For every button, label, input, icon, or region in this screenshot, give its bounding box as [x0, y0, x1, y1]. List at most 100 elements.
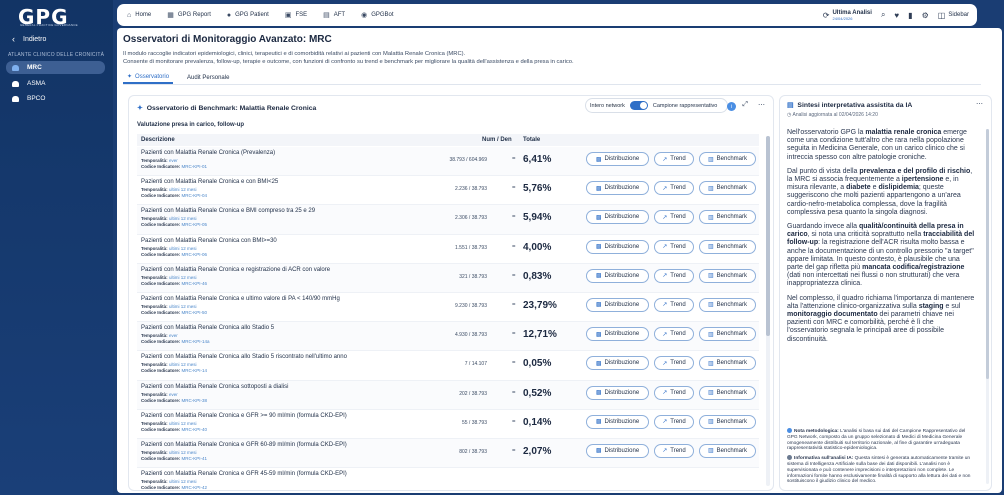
kidney-icon: [12, 64, 19, 71]
distribution-button[interactable]: ▩ Distribuzione: [586, 268, 649, 283]
scrollbar-thumb[interactable]: [766, 136, 770, 336]
benchmark-button[interactable]: ▥ Benchmark: [699, 443, 756, 458]
equals-sign: =: [512, 447, 516, 454]
distribution-button[interactable]: ▩ Distribuzione: [586, 356, 649, 371]
gear-icon[interactable]: ⚙: [922, 11, 929, 20]
trend-button[interactable]: ↗ Trend: [654, 152, 694, 166]
heart-icon[interactable]: ♥: [894, 11, 899, 20]
book-icon[interactable]: ▮: [908, 11, 912, 20]
note-label: Nota metodologica:: [794, 429, 839, 434]
sidebar-section-title: ATLANTE CLINICO DELLE CRONICITÀ: [8, 52, 105, 58]
total-value: 2,07%: [523, 445, 552, 457]
distribution-icon: ▩: [595, 419, 602, 426]
info-icon[interactable]: i: [727, 102, 736, 111]
sample-toggle[interactable]: Intero network Campione rappresentativo: [585, 98, 728, 113]
distribution-button[interactable]: ▩ Distribuzione: [586, 239, 649, 254]
benchmark-button[interactable]: ▥ Benchmark: [699, 356, 756, 371]
meta-label: Temporalità:: [141, 158, 168, 163]
trend-button[interactable]: ↗ Trend: [654, 327, 694, 342]
benchmark-actions: ⤢ ⋯: [742, 101, 765, 109]
nav-gpgbot[interactable]: ◉ GPGBot: [361, 11, 393, 19]
bot-icon: ◉: [361, 12, 368, 19]
benchmark-button[interactable]: ▥ Benchmark: [699, 385, 756, 400]
more-icon[interactable]: ⋯: [976, 100, 983, 108]
distribution-button[interactable]: ▩ Distribuzione: [586, 181, 649, 196]
indicator-name: Pazienti con Malattia Renale Cronica e G…: [141, 412, 347, 419]
benchmark-button[interactable]: ▥ Benchmark: [699, 327, 756, 342]
nav-gpg-report[interactable]: ▦ GPG Report: [167, 11, 211, 19]
sidebar-item-asma[interactable]: ASMA: [6, 77, 105, 90]
benchmark-button[interactable]: ▥ Benchmark: [699, 210, 756, 225]
tab-osservatorio[interactable]: ✦ Osservatorio: [123, 72, 174, 84]
back-button[interactable]: ‹ Indietro: [12, 34, 46, 44]
table-header: Descrizione Num / Den Totale: [137, 134, 759, 146]
trend-button[interactable]: ↗ Trend: [654, 297, 694, 312]
distribution-button[interactable]: ▩ Distribuzione: [586, 210, 649, 225]
sidebar-item-mrc[interactable]: MRC: [6, 61, 105, 74]
last-analysis[interactable]: ⟳ Ultima Analisi 24/04/2026: [823, 10, 872, 21]
benchmark-button[interactable]: ▥ Benchmark: [699, 152, 756, 166]
trend-button[interactable]: ↗ Trend: [654, 356, 694, 371]
ai-summary-body: Nell'osservatorio GPG la malattia renale…: [787, 129, 975, 350]
trend-button[interactable]: ↗ Trend: [654, 268, 694, 283]
ai-summary-title: ▤ Sintesi interpretativa assistita da IA: [787, 101, 912, 110]
benchmark-button[interactable]: ▥ Benchmark: [699, 181, 756, 196]
trend-icon: ↗: [662, 448, 668, 455]
button-label: Trend: [670, 272, 686, 279]
num-den-value: 202 / 38.793: [459, 390, 487, 397]
trend-button[interactable]: ↗ Trend: [654, 239, 694, 254]
scrollbar[interactable]: [766, 136, 770, 486]
lungs-icon: [12, 95, 19, 102]
gpg-logo[interactable]: GPG GENERAL PRACTICE GOVERNANCE: [18, 5, 98, 29]
nav-aft[interactable]: ▤ AFT: [323, 11, 345, 19]
benchmark-button[interactable]: ▥ Benchmark: [699, 414, 756, 429]
benchmark-button[interactable]: ▥ Benchmark: [699, 239, 756, 254]
meta-value: MRC-KPI-41: [181, 455, 208, 461]
button-label: Benchmark: [716, 447, 748, 454]
nav-label: GPGBot: [371, 12, 394, 18]
ai-updated: ◷ Analisi aggiornata al 02/04/2026 14:20: [787, 112, 878, 118]
trend-button[interactable]: ↗ Trend: [654, 414, 694, 429]
distribution-icon: ▩: [595, 360, 602, 367]
meta-value: ultimi 12 mesi: [168, 420, 197, 426]
toggle-switch[interactable]: [629, 101, 648, 110]
distribution-button[interactable]: ▩ Distribuzione: [586, 152, 649, 166]
nav-home[interactable]: ⌂ Home: [127, 12, 151, 19]
indicator-temporality: Temporalità: ultimi 12 mesi: [141, 479, 196, 484]
trend-button[interactable]: ↗ Trend: [654, 385, 694, 400]
benchmark-button[interactable]: ▥ Benchmark: [699, 297, 756, 312]
indicator-temporality: Temporalità: ever: [141, 158, 178, 163]
ai-paragraph: Dal punto di vista della prevalenza e de…: [787, 168, 975, 217]
meta-label: Temporalità:: [141, 245, 168, 251]
expand-icon[interactable]: ⤢: [742, 101, 748, 109]
trend-button[interactable]: ↗ Trend: [654, 210, 694, 225]
tab-audit-personale[interactable]: Audit Personale: [183, 72, 233, 84]
nav-gpg-patient[interactable]: ● GPG Patient: [227, 12, 269, 19]
distribution-button[interactable]: ▩ Distribuzione: [586, 327, 649, 342]
more-icon[interactable]: ⋯: [758, 101, 765, 109]
trend-icon: ↗: [662, 214, 668, 221]
equals-sign: =: [512, 331, 516, 338]
trend-button[interactable]: ↗ Trend: [654, 443, 694, 458]
table-row: Pazienti con Malattia Renale Cronica e B…: [137, 205, 759, 235]
ai-highlight: monitoraggio documentato: [787, 311, 878, 319]
benchmark-button[interactable]: ▥ Benchmark: [699, 268, 756, 283]
scrollbar[interactable]: [986, 129, 989, 484]
nav-fse[interactable]: ▣ FSE: [285, 11, 307, 19]
sidebar-toggle-button[interactable]: ◫ Sidebar: [938, 11, 969, 20]
ai-highlight: staging: [918, 302, 944, 310]
distribution-button[interactable]: ▩ Distribuzione: [586, 414, 649, 429]
distribution-button[interactable]: ▩ Distribuzione: [586, 443, 649, 458]
scrollbar-thumb[interactable]: [986, 129, 989, 379]
distribution-icon: ▩: [595, 331, 602, 338]
search-icon[interactable]: ⌕: [881, 10, 885, 20]
button-label: Distribuzione: [604, 272, 640, 279]
distribution-button[interactable]: ▩ Distribuzione: [586, 385, 649, 400]
button-label: Benchmark: [716, 331, 748, 338]
benchmark-icon: ▥: [707, 302, 714, 309]
sidebar-item-bpco[interactable]: BPCO: [6, 92, 105, 105]
trend-icon: ↗: [662, 390, 668, 396]
trend-button[interactable]: ↗ Trend: [654, 181, 694, 196]
distribution-button[interactable]: ▩ Distribuzione: [586, 297, 649, 312]
methodology-note: Nota metodologica: L'analisi si basa sui…: [787, 428, 975, 452]
